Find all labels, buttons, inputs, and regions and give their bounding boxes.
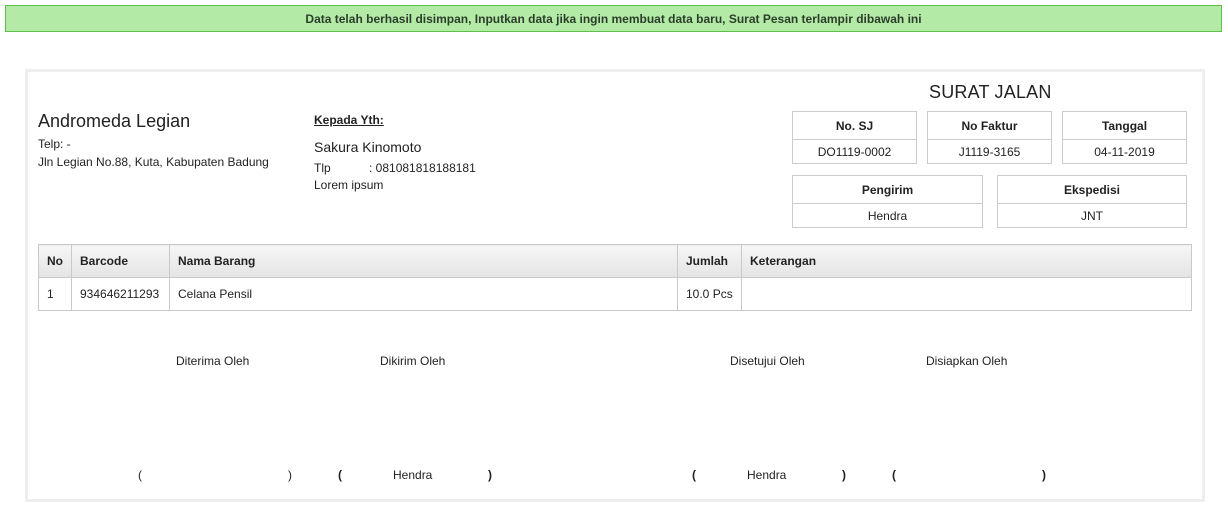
signature-open-paren: ( [692,468,696,482]
company-address: Jln Legian No.88, Kuta, Kabupaten Badung [38,155,269,169]
signature-label-disetujui: Disetujui Oleh [730,354,805,368]
no-sj-value: DO1119-0002 [817,145,892,159]
success-alert: Data telah berhasil disimpan, Inputkan d… [5,5,1222,32]
signature-label-diterima: Diterima Oleh [176,354,250,368]
no-faktur-box: No Faktur J1119-3165 [927,111,1052,164]
tanggal-label: Tanggal [1063,112,1186,140]
signature-name-disetujui: Hendra [747,468,787,482]
header-jumlah: Jumlah [677,244,742,278]
header-barcode: Barcode [71,244,170,278]
document-title: SURAT JALAN [929,82,1052,102]
company-phone: Telp: - [38,137,71,151]
ekspedisi-box: Ekspedisi JNT [997,175,1187,228]
cell-barcode: 934646211293 [71,277,170,311]
no-sj-label: No. SJ [793,112,916,140]
cell-nama-barang: Celana Pensil [169,277,678,311]
no-sj-box: No. SJ DO1119-0002 [792,111,917,164]
ekspedisi-value: JNT [1081,209,1103,223]
recipient-phone-value: : 081081818188181 [369,161,476,175]
signature-label-disiapkan: Disiapkan Oleh [926,354,1008,368]
pengirim-box: Pengirim Hendra [792,175,983,228]
items-table: No Barcode Nama Barang Jumlah Keterangan… [38,244,1192,311]
cell-jumlah: 10.0 Pcs [677,277,742,311]
ekspedisi-label: Ekspedisi [998,176,1186,204]
header-no: No [38,244,72,278]
header-nama-barang: Nama Barang [169,244,678,278]
signature-close-paren: ) [488,468,492,482]
signature-name-dikirim: Hendra [393,468,433,482]
pengirim-label: Pengirim [793,176,982,204]
company-name: Andromeda Legian [38,111,191,131]
signature-label-dikirim: Dikirim Oleh [380,354,446,368]
table-row: 1 934646211293 Celana Pensil 10.0 Pcs [38,277,1192,311]
signature-open-paren: ( [338,468,342,482]
header-keterangan: Keterangan [741,244,1192,278]
recipient-label: Kepada Yth: [314,113,384,127]
no-faktur-value: J1119-3165 [958,145,1021,159]
signature-open-paren: ( [892,468,896,482]
recipient-address: Lorem ipsum [314,178,384,192]
recipient-phone-label: Tlp [314,161,331,175]
signature-close-paren: ) [842,468,846,482]
signature-close-paren: ) [288,468,292,482]
cell-no: 1 [38,277,72,311]
signature-open-paren: ( [138,468,142,482]
no-faktur-label: No Faktur [928,112,1051,140]
pengirim-value: Hendra [867,209,908,223]
table-header-row: No Barcode Nama Barang Jumlah Keterangan [38,244,1192,278]
recipient-name: Sakura Kinomoto [314,139,422,155]
signature-close-paren: ) [1042,468,1046,482]
cell-keterangan [741,277,1192,311]
tanggal-value: 04-11-2019 [1094,145,1155,159]
tanggal-box: Tanggal 04-11-2019 [1062,111,1187,164]
